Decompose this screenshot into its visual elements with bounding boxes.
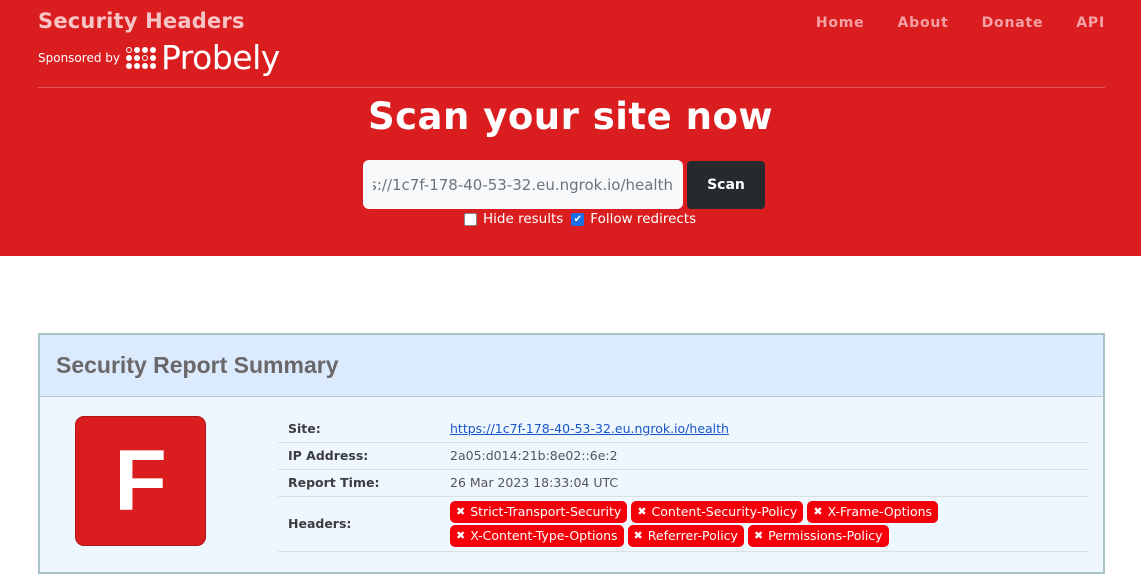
cross-icon: ✖ xyxy=(456,504,466,518)
nav-about[interactable]: About xyxy=(897,15,948,31)
report-header: Security Report Summary xyxy=(40,335,1103,397)
grade-badge: F xyxy=(75,416,206,546)
url-input[interactable] xyxy=(363,160,683,209)
header-badge-x-content-type-options[interactable]: ✖ X-Content-Type-Options xyxy=(450,524,624,547)
checkmark-icon: ✔ xyxy=(573,213,582,225)
cross-icon: ✖ xyxy=(456,528,466,542)
nav-api[interactable]: API xyxy=(1076,15,1105,31)
header-badge-x-frame-options[interactable]: ✖ X-Frame-Options xyxy=(807,500,939,523)
report-title: Security Report Summary xyxy=(56,352,339,378)
grade-letter: F xyxy=(114,433,167,529)
site-label: Site: xyxy=(278,415,440,443)
sponsor-name: Probely xyxy=(160,38,280,77)
header-badge-strict-transport-security[interactable]: ✖ Strict-Transport-Security xyxy=(450,500,628,523)
table-row-ip: IP Address: 2a05:d014:21b:8e02::6e:2 xyxy=(278,442,1089,470)
hero-banner: Security Headers Sponsored by Probely Ho… xyxy=(0,0,1141,256)
nav-home[interactable]: Home xyxy=(816,15,865,31)
scan-options: Hide results ✔ Follow redirects xyxy=(464,211,704,227)
probely-logo-icon xyxy=(125,46,157,70)
hide-results-checkbox[interactable] xyxy=(464,212,477,226)
scan-title: Scan your site now xyxy=(367,95,774,138)
report-info-table: Site: https://1c7f-178-40-53-32.eu.ngrok… xyxy=(278,415,1089,552)
ip-value: 2a05:d014:21b:8e02::6e:2 xyxy=(440,442,1089,470)
header-badge-referrer-policy[interactable]: ✖ Referrer-Policy xyxy=(627,524,744,547)
sponsor[interactable]: Sponsored by Probely xyxy=(38,40,280,76)
main-nav: Home About Donate API xyxy=(783,15,1105,31)
cross-icon: ✖ xyxy=(753,528,764,542)
follow-redirects-label[interactable]: Follow redirects xyxy=(590,211,696,227)
missing-headers-list: ✖ Strict-Transport-Security ✖ Content-Secu… xyxy=(450,500,950,547)
header-badge-content-security-policy[interactable]: ✖ Content-Security-Policy xyxy=(631,500,804,523)
cross-icon: ✖ xyxy=(637,504,647,518)
headers-label: Headers: xyxy=(278,496,440,552)
report-time-value: 26 Mar 2023 18:33:04 UTC xyxy=(440,469,1089,497)
cross-icon: ✖ xyxy=(633,528,643,542)
hero-divider xyxy=(38,87,1105,88)
follow-redirects-checkbox[interactable]: ✔ xyxy=(571,212,585,226)
sponsor-label: Sponsored by xyxy=(38,51,120,65)
cross-icon: ✖ xyxy=(813,504,823,518)
table-row-site: Site: https://1c7f-178-40-53-32.eu.ngrok… xyxy=(278,415,1089,443)
ip-label: IP Address: xyxy=(278,442,440,470)
scan-button[interactable]: Scan xyxy=(687,161,765,209)
site-logo-title[interactable]: Security Headers xyxy=(38,9,245,33)
hide-results-label[interactable]: Hide results xyxy=(483,211,563,227)
table-row-time: Report Time: 26 Mar 2023 18:33:04 UTC xyxy=(278,469,1089,497)
nav-donate[interactable]: Donate xyxy=(982,15,1044,31)
report-time-label: Report Time: xyxy=(278,469,440,497)
site-link[interactable]: https://1c7f-178-40-53-32.eu.ngrok.io/he… xyxy=(450,421,729,436)
header-badge-permissions-policy[interactable]: ✖ Permissions-Policy xyxy=(747,524,889,547)
table-row-headers: Headers: ✖ Strict-Transport-Security ✖ Con… xyxy=(278,496,1089,552)
security-report-summary: Security Report Summary F Site: https://… xyxy=(38,333,1105,574)
